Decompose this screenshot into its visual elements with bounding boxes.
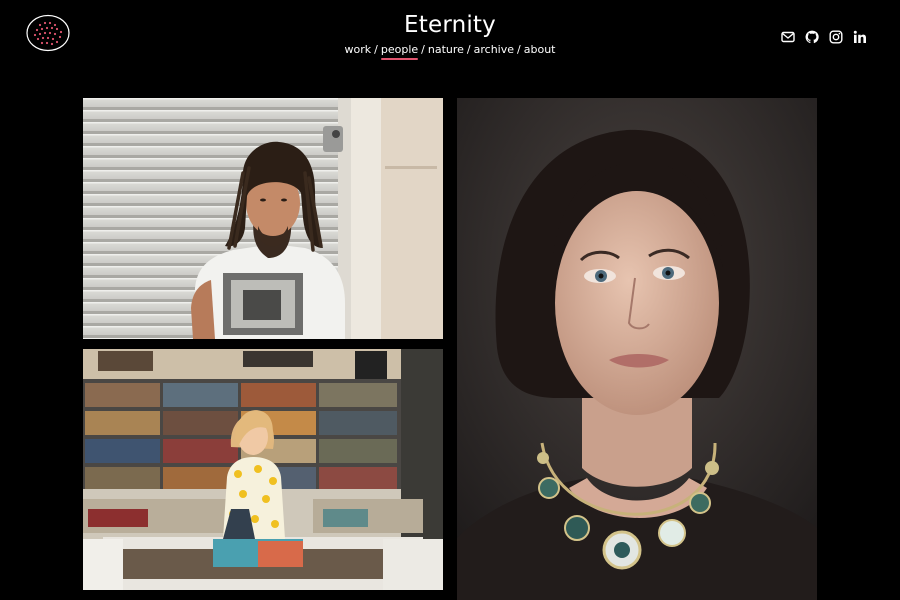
nav-item-people[interactable]: people xyxy=(381,43,418,56)
nav-item-work[interactable]: work xyxy=(345,43,372,56)
main-nav: work / people / nature / archive / about xyxy=(0,43,900,57)
photo-man-dreadlocks[interactable] xyxy=(83,98,443,339)
nav-separator: / xyxy=(517,43,521,56)
nav-item-nature[interactable]: nature xyxy=(428,43,464,56)
photo-record-store[interactable] xyxy=(83,349,443,590)
nav-item-archive[interactable]: archive xyxy=(474,43,514,56)
nav-separator: / xyxy=(421,43,425,56)
instagram-icon[interactable] xyxy=(829,30,843,44)
social-links xyxy=(781,30,867,44)
site-title[interactable]: Eternity xyxy=(0,12,900,38)
github-icon[interactable] xyxy=(805,30,819,44)
nav-item-about[interactable]: about xyxy=(524,43,556,56)
nav-separator: / xyxy=(466,43,471,56)
linkedin-icon[interactable] xyxy=(853,30,867,44)
nav-separator: / xyxy=(374,43,378,56)
mail-icon[interactable] xyxy=(781,30,795,44)
photo-portrait-necklace[interactable] xyxy=(457,98,817,600)
page: Eternity work / people / nature / archive / abou… xyxy=(0,0,900,600)
